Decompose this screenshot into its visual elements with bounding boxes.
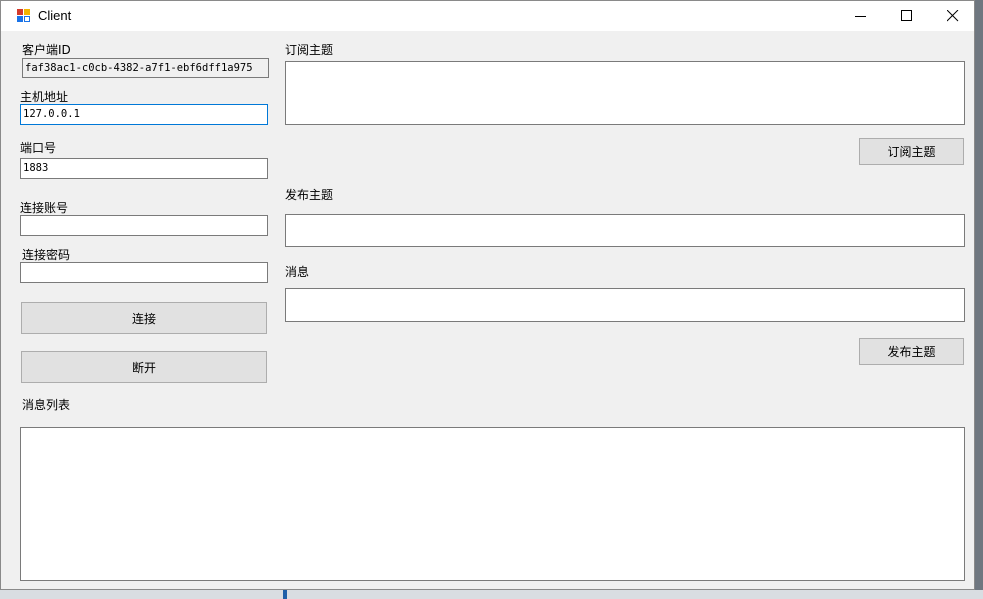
- subscribe-topic-input[interactable]: [285, 61, 965, 125]
- publish-topic-input[interactable]: [285, 214, 965, 247]
- title-bar[interactable]: Client: [1, 1, 974, 31]
- close-button[interactable]: [930, 1, 976, 31]
- window-title: Client: [38, 8, 72, 23]
- username-label: 连接账号: [20, 201, 69, 215]
- app-icon: [17, 9, 31, 23]
- close-icon: [947, 10, 959, 22]
- publish-button[interactable]: 发布主题: [859, 338, 964, 365]
- publish-topic-label: 发布主题: [285, 188, 334, 202]
- message-label: 消息: [285, 265, 310, 279]
- connect-button[interactable]: 连接: [21, 302, 267, 334]
- password-input[interactable]: [20, 262, 268, 283]
- password-label: 连接密码: [22, 248, 71, 262]
- host-input[interactable]: 127.0.0.1: [20, 104, 268, 125]
- minimize-icon: [855, 16, 866, 17]
- message-list[interactable]: [20, 427, 965, 581]
- message-input[interactable]: [285, 288, 965, 322]
- port-input[interactable]: 1883: [20, 158, 268, 179]
- username-input[interactable]: [20, 215, 268, 236]
- client-window: Client 客户端ID faf38ac1-c0cb-4382-a7f1-ebf…: [0, 0, 975, 590]
- background-taskbar-strip: [0, 590, 983, 599]
- subscribe-button[interactable]: 订阅主题: [859, 138, 964, 165]
- message-list-label: 消息列表: [22, 398, 71, 412]
- client-id-label: 客户端ID: [22, 43, 71, 57]
- port-label: 端口号: [20, 141, 57, 155]
- client-id-field: faf38ac1-c0cb-4382-a7f1-ebf6dff1a975: [22, 58, 269, 78]
- host-label: 主机地址: [20, 90, 69, 104]
- maximize-icon: [901, 10, 912, 21]
- maximize-button[interactable]: [884, 1, 930, 31]
- disconnect-button[interactable]: 断开: [21, 351, 267, 383]
- minimize-button[interactable]: [838, 1, 884, 31]
- subscribe-topic-label: 订阅主题: [285, 43, 334, 57]
